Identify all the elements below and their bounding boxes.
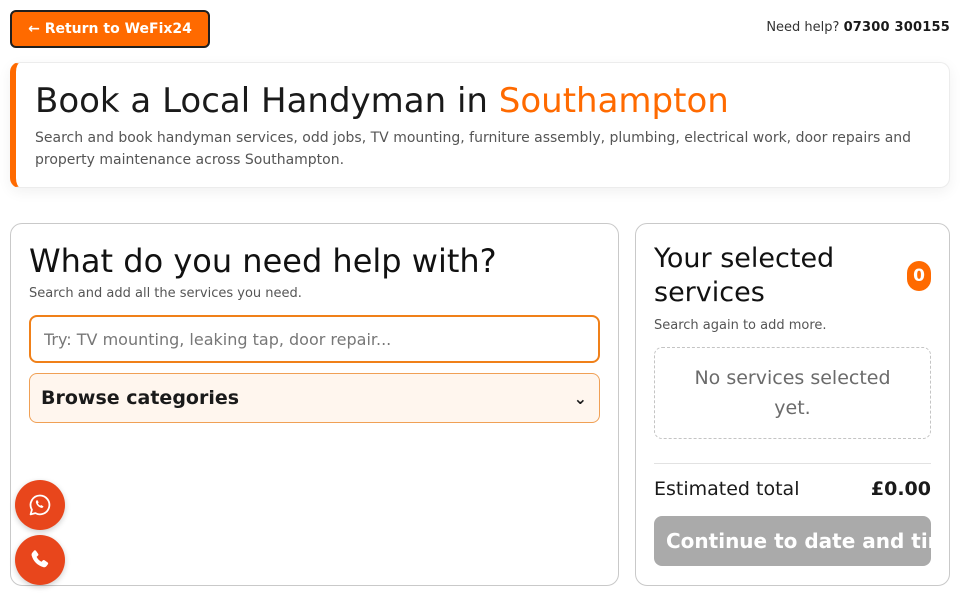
browse-categories-dropdown[interactable]: Browse categories ⌄: [29, 373, 600, 423]
selected-services-heading: Your selected services: [654, 243, 835, 308]
help-text: Need help?: [766, 20, 840, 35]
help-phone-link[interactable]: 07300 300155: [844, 20, 950, 35]
whatsapp-icon: [29, 494, 51, 516]
help-contact: Need help? 07300 300155: [766, 20, 950, 35]
divider: [654, 463, 931, 464]
return-to-wefix24-button[interactable]: ← Return to WeFix24: [10, 10, 210, 48]
chevron-down-icon: ⌄: [573, 388, 587, 408]
hero-description: Search and book handyman services, odd j…: [35, 130, 912, 168]
estimated-total-label: Estimated total: [654, 478, 800, 500]
service-search-panel: What do you need help with? Search and a…: [10, 223, 619, 586]
call-button[interactable]: [15, 535, 65, 585]
page-title-city: Southampton: [498, 81, 729, 121]
selected-services-panel: Your selected services 0 Search again to…: [635, 223, 950, 586]
estimated-total-row: Estimated total £0.00: [654, 478, 931, 500]
selected-count-badge: 0: [907, 261, 931, 291]
page-title-prefix: Book a Local Handyman in: [35, 81, 488, 121]
estimated-total-value: £0.00: [870, 478, 931, 500]
page-title: Book a Local Handyman in Southampton: [35, 81, 929, 121]
service-search-input[interactable]: [29, 315, 600, 363]
selected-services-subheading: Search again to add more.: [654, 318, 827, 333]
search-heading: What do you need help with?: [29, 242, 497, 280]
phone-icon: [31, 550, 49, 568]
selected-services-header: Your selected services 0: [654, 242, 931, 310]
browse-categories-label: Browse categories: [41, 387, 240, 409]
search-subheading: Search and add all the services you need…: [29, 286, 302, 301]
continue-to-date-time-button[interactable]: Continue to date and time: [654, 516, 931, 566]
hero-banner: Book a Local Handyman in Southampton Sea…: [10, 62, 950, 188]
whatsapp-button[interactable]: [15, 480, 65, 530]
empty-selection-message: No services selected yet.: [654, 347, 931, 439]
